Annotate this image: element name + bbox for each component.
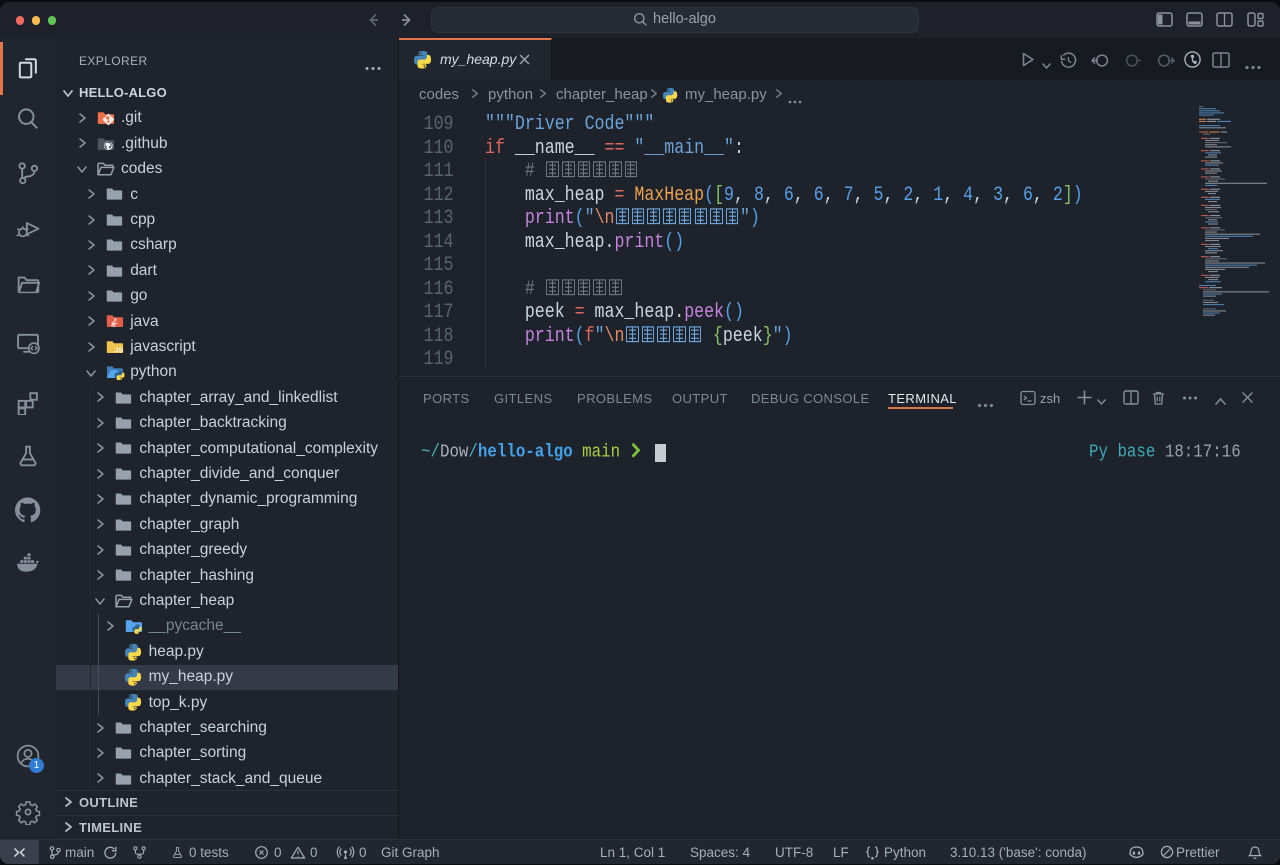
- svg-text:JS: JS: [114, 345, 123, 354]
